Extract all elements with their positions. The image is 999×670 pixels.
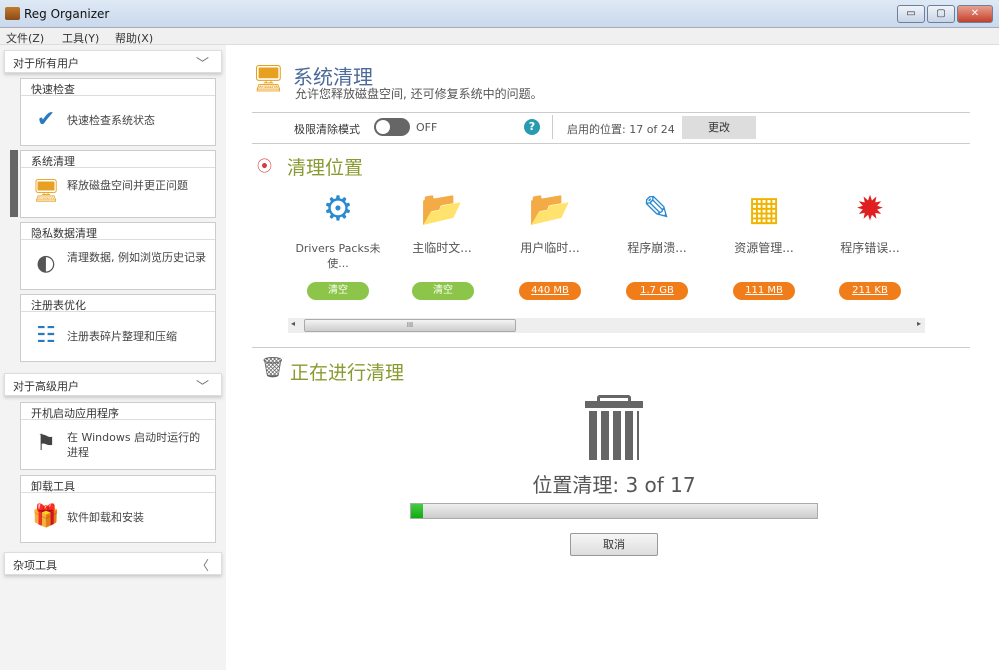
- size-link[interactable]: 111 MB: [733, 282, 795, 300]
- group-misc-tools[interactable]: 杂项工具 〈: [4, 552, 222, 575]
- location-explorer[interactable]: ▦ 资源管理...: [719, 185, 809, 275]
- change-button[interactable]: 更改: [682, 116, 756, 139]
- card-desc: 在 Windows 启动时运行的进程: [67, 431, 201, 459]
- status-pill[interactable]: 清空: [307, 282, 369, 300]
- location-drivers-packs[interactable]: ⚙ Drivers Packs未使...: [293, 185, 383, 275]
- divider: [252, 143, 970, 144]
- system-clean-icon: 🖥: [252, 64, 286, 94]
- folder-network-icon: ▦: [747, 189, 781, 229]
- chevron-left-icon: 〈: [195, 559, 209, 574]
- divider: [252, 112, 970, 113]
- window-title: Reg Organizer: [24, 7, 110, 21]
- chip-pencil-icon: ✎: [642, 189, 672, 229]
- card-desc: 清理数据, 例如浏览历史记录: [67, 251, 206, 264]
- group-label: 对于所有用户: [13, 57, 79, 70]
- card-desc: 软件卸载和安装: [67, 511, 144, 524]
- sidebar-item-system-clean[interactable]: 系统清理 🖥 释放磁盘空间并更正问题: [20, 150, 216, 218]
- menu-file[interactable]: 文件(Z): [6, 30, 44, 46]
- privacy-icon: ◐: [36, 251, 56, 276]
- close-button[interactable]: ✕: [957, 5, 993, 23]
- page-subtitle: 允许您释放磁盘空间, 还可修复系统中的问题。: [295, 87, 543, 101]
- extreme-mode-label: 极限清除模式: [294, 123, 360, 136]
- divider: [252, 347, 970, 348]
- group-label: 对于高级用户: [13, 380, 79, 393]
- sidebar-item-registry[interactable]: 注册表优化 ☷ 注册表碎片整理和压缩: [20, 294, 216, 362]
- flag-gear-icon: ⚑: [36, 431, 56, 456]
- folder-download-icon: 📂: [420, 189, 464, 229]
- size-link[interactable]: 440 MB: [519, 282, 581, 300]
- card-title: 开机启动应用程序: [21, 403, 215, 420]
- location-label: 用户临时...: [520, 241, 580, 255]
- location-crash-dumps[interactable]: ✎ 程序崩溃...: [612, 185, 702, 275]
- separator: [552, 115, 553, 139]
- sidebar-item-uninstall[interactable]: 卸载工具 🎁 软件卸载和安装: [20, 475, 216, 543]
- toggle-state: OFF: [416, 121, 438, 134]
- cancel-button[interactable]: 取消: [570, 533, 658, 556]
- selection-indicator: [10, 150, 18, 217]
- sidebar-item-quick-check[interactable]: 快速检查 ✔ 快速检查系统状态: [20, 78, 216, 146]
- location-label: Drivers Packs未使...: [295, 242, 381, 270]
- monitor-broom-icon: 🖥: [32, 179, 60, 204]
- card-title: 卸载工具: [21, 476, 215, 493]
- extreme-mode-toggle[interactable]: [374, 118, 410, 136]
- locations-title: 清理位置: [287, 157, 364, 179]
- gear-web-icon: ⚙: [322, 189, 354, 229]
- magnifier-check-icon: ✔: [36, 107, 56, 132]
- chevron-down-icon: ﹀: [195, 57, 209, 72]
- progress-status: 位置清理: 3 of 17: [532, 473, 696, 497]
- location-label: 主临时文...: [412, 241, 472, 255]
- app-icon: [5, 7, 20, 20]
- sidebar: 对于所有用户 ﹀ 快速检查 ✔ 快速检查系统状态 系统清理 🖥 释放磁盘空间并更正问题 隐…: [0, 45, 226, 670]
- menu-bar: 文件(Z) 工具(Y) 帮助(X): [0, 28, 999, 45]
- help-icon[interactable]: ?: [524, 119, 540, 135]
- sidebar-item-privacy[interactable]: 隐私数据清理 ◐ 清理数据, 例如浏览历史记录: [20, 222, 216, 290]
- size-link[interactable]: 211 KB: [839, 282, 901, 300]
- group-label: 杂项工具: [13, 559, 57, 572]
- menu-tools[interactable]: 工具(Y): [62, 30, 99, 46]
- card-title: 注册表优化: [21, 295, 215, 312]
- scroll-left-arrow[interactable]: ◂: [291, 319, 295, 328]
- location-label: 资源管理...: [734, 241, 794, 255]
- registry-icon: ☷: [36, 323, 56, 348]
- maximize-button[interactable]: ▢: [927, 5, 955, 23]
- progress-bar: [410, 503, 818, 519]
- title-bar: Reg Organizer ▭ ▢ ✕: [0, 0, 999, 28]
- error-burst-icon: ✹: [855, 189, 885, 229]
- status-pill[interactable]: 清空: [412, 282, 474, 300]
- chevron-down-icon: ﹀: [195, 380, 209, 395]
- card-desc: 释放磁盘空间并更正问题: [67, 179, 188, 192]
- card-title: 系统清理: [21, 151, 215, 168]
- enabled-locations: 启用的位置: 17 of 24: [567, 123, 675, 136]
- folder-user-icon: 📂: [528, 189, 572, 229]
- location-program-errors[interactable]: ✹ 程序错误...: [825, 185, 915, 275]
- card-title: 快速检查: [21, 79, 215, 96]
- main-panel: 🖥 系统清理 允许您释放磁盘空间, 还可修复系统中的问题。 极限清除模式 OFF…: [240, 45, 999, 670]
- card-title: 隐私数据清理: [21, 223, 215, 240]
- progress-fill: [411, 504, 424, 518]
- location-main-temp[interactable]: 📂 主临时文...: [397, 185, 487, 275]
- location-label: 程序崩溃...: [627, 241, 687, 255]
- package-icon: 🎁: [32, 504, 60, 529]
- group-advanced-users[interactable]: 对于高级用户 ﹀: [4, 373, 222, 396]
- size-link[interactable]: 1.7 GB: [626, 282, 688, 300]
- menu-help[interactable]: 帮助(X): [115, 30, 153, 46]
- map-pins-icon: ⦿: [257, 157, 273, 175]
- location-user-temp[interactable]: 📂 用户临时...: [505, 185, 595, 275]
- sidebar-item-startup[interactable]: 开机启动应用程序 ⚑ 在 Windows 启动时运行的进程: [20, 402, 216, 470]
- scroll-right-arrow[interactable]: ▸: [917, 319, 921, 328]
- minimize-button[interactable]: ▭: [897, 5, 925, 23]
- large-trash-icon: [585, 395, 643, 460]
- card-desc: 快速检查系统状态: [67, 114, 155, 127]
- group-all-users[interactable]: 对于所有用户 ﹀: [4, 50, 222, 73]
- scroll-thumb[interactable]: III: [304, 319, 516, 332]
- horizontal-scrollbar[interactable]: ◂ III ▸: [288, 318, 925, 333]
- card-desc: 注册表碎片整理和压缩: [67, 330, 177, 343]
- progress-title: 正在进行清理: [290, 362, 405, 384]
- location-label: 程序错误...: [840, 241, 900, 255]
- trash-icon: 🗑: [260, 355, 286, 379]
